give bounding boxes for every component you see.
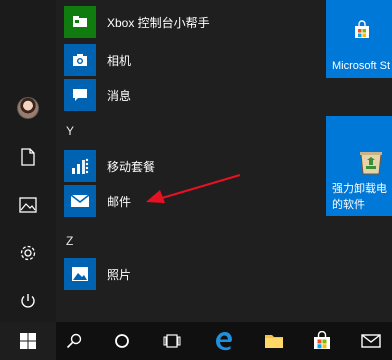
mail-icon xyxy=(64,185,96,217)
start-button[interactable] xyxy=(0,322,56,360)
mobile-plans-icon xyxy=(64,150,96,182)
tile-uninstaller[interactable]: 强力卸载电 的软件 xyxy=(326,116,392,216)
tile-label-uninstaller-line1: 强力卸载电 xyxy=(332,183,387,195)
cortana-button[interactable] xyxy=(104,322,140,360)
power-icon xyxy=(21,294,35,308)
app-item-camera[interactable]: 相机 xyxy=(64,43,304,77)
app-label-photos: 照片 xyxy=(107,267,132,282)
camera-icon xyxy=(64,44,96,76)
search-icon xyxy=(66,333,82,349)
documents-icon xyxy=(21,148,35,166)
app-label-camera: 相机 xyxy=(107,53,132,68)
task-view-button[interactable] xyxy=(154,322,190,360)
tile-label-store: Microsoft St xyxy=(332,60,391,72)
app-label-xbox: Xbox 控制台小帮手 xyxy=(107,15,210,30)
app-item-photos[interactable]: 照片 xyxy=(64,257,304,291)
taskbar-mail[interactable] xyxy=(350,322,392,360)
start-rail xyxy=(0,0,56,322)
settings-icon xyxy=(20,245,36,261)
cortana-circle-icon xyxy=(115,334,129,348)
taskbar xyxy=(0,322,392,360)
taskbar-file-explorer[interactable] xyxy=(254,322,294,360)
group-header-y[interactable]: Y xyxy=(66,124,74,138)
power-button[interactable] xyxy=(0,279,56,323)
store-icon xyxy=(314,331,330,349)
user-account-button[interactable] xyxy=(0,86,56,130)
pictures-button[interactable] xyxy=(0,183,56,227)
tile-label-uninstaller-line2: 的软件 xyxy=(332,199,365,211)
taskbar-search-button[interactable] xyxy=(56,322,92,360)
taskbar-store[interactable] xyxy=(302,322,342,360)
annotation-arrow-icon xyxy=(146,174,241,203)
app-item-messaging[interactable]: 消息 xyxy=(64,78,304,112)
app-label-mail: 邮件 xyxy=(107,194,132,209)
tile-microsoft-store[interactable]: Microsoft St xyxy=(326,0,392,78)
user-avatar xyxy=(17,97,39,119)
taskbar-edge[interactable] xyxy=(204,322,244,360)
edge-icon xyxy=(216,332,232,351)
mail-icon xyxy=(361,334,381,348)
settings-button[interactable] xyxy=(0,231,56,275)
store-bag-icon xyxy=(355,20,369,38)
app-label-messaging: 消息 xyxy=(107,88,132,103)
windows-start-icon xyxy=(20,333,36,349)
message-icon xyxy=(64,79,96,111)
photos-icon xyxy=(64,258,96,290)
app-list: Xbox 控制台小帮手 相机 消息 Y 移动套餐 邮件 Z 照片 xyxy=(56,0,318,322)
recycle-bin-icon xyxy=(360,152,382,175)
xbox-icon xyxy=(64,6,96,38)
documents-button[interactable] xyxy=(0,135,56,179)
tile-area: Microsoft St 强力卸载电 的软件 xyxy=(318,0,392,322)
pictures-icon xyxy=(19,197,37,213)
file-explorer-icon xyxy=(265,335,283,348)
task-view-icon xyxy=(163,334,181,348)
group-header-z[interactable]: Z xyxy=(66,234,73,248)
app-item-xbox[interactable]: Xbox 控制台小帮手 xyxy=(64,5,304,39)
